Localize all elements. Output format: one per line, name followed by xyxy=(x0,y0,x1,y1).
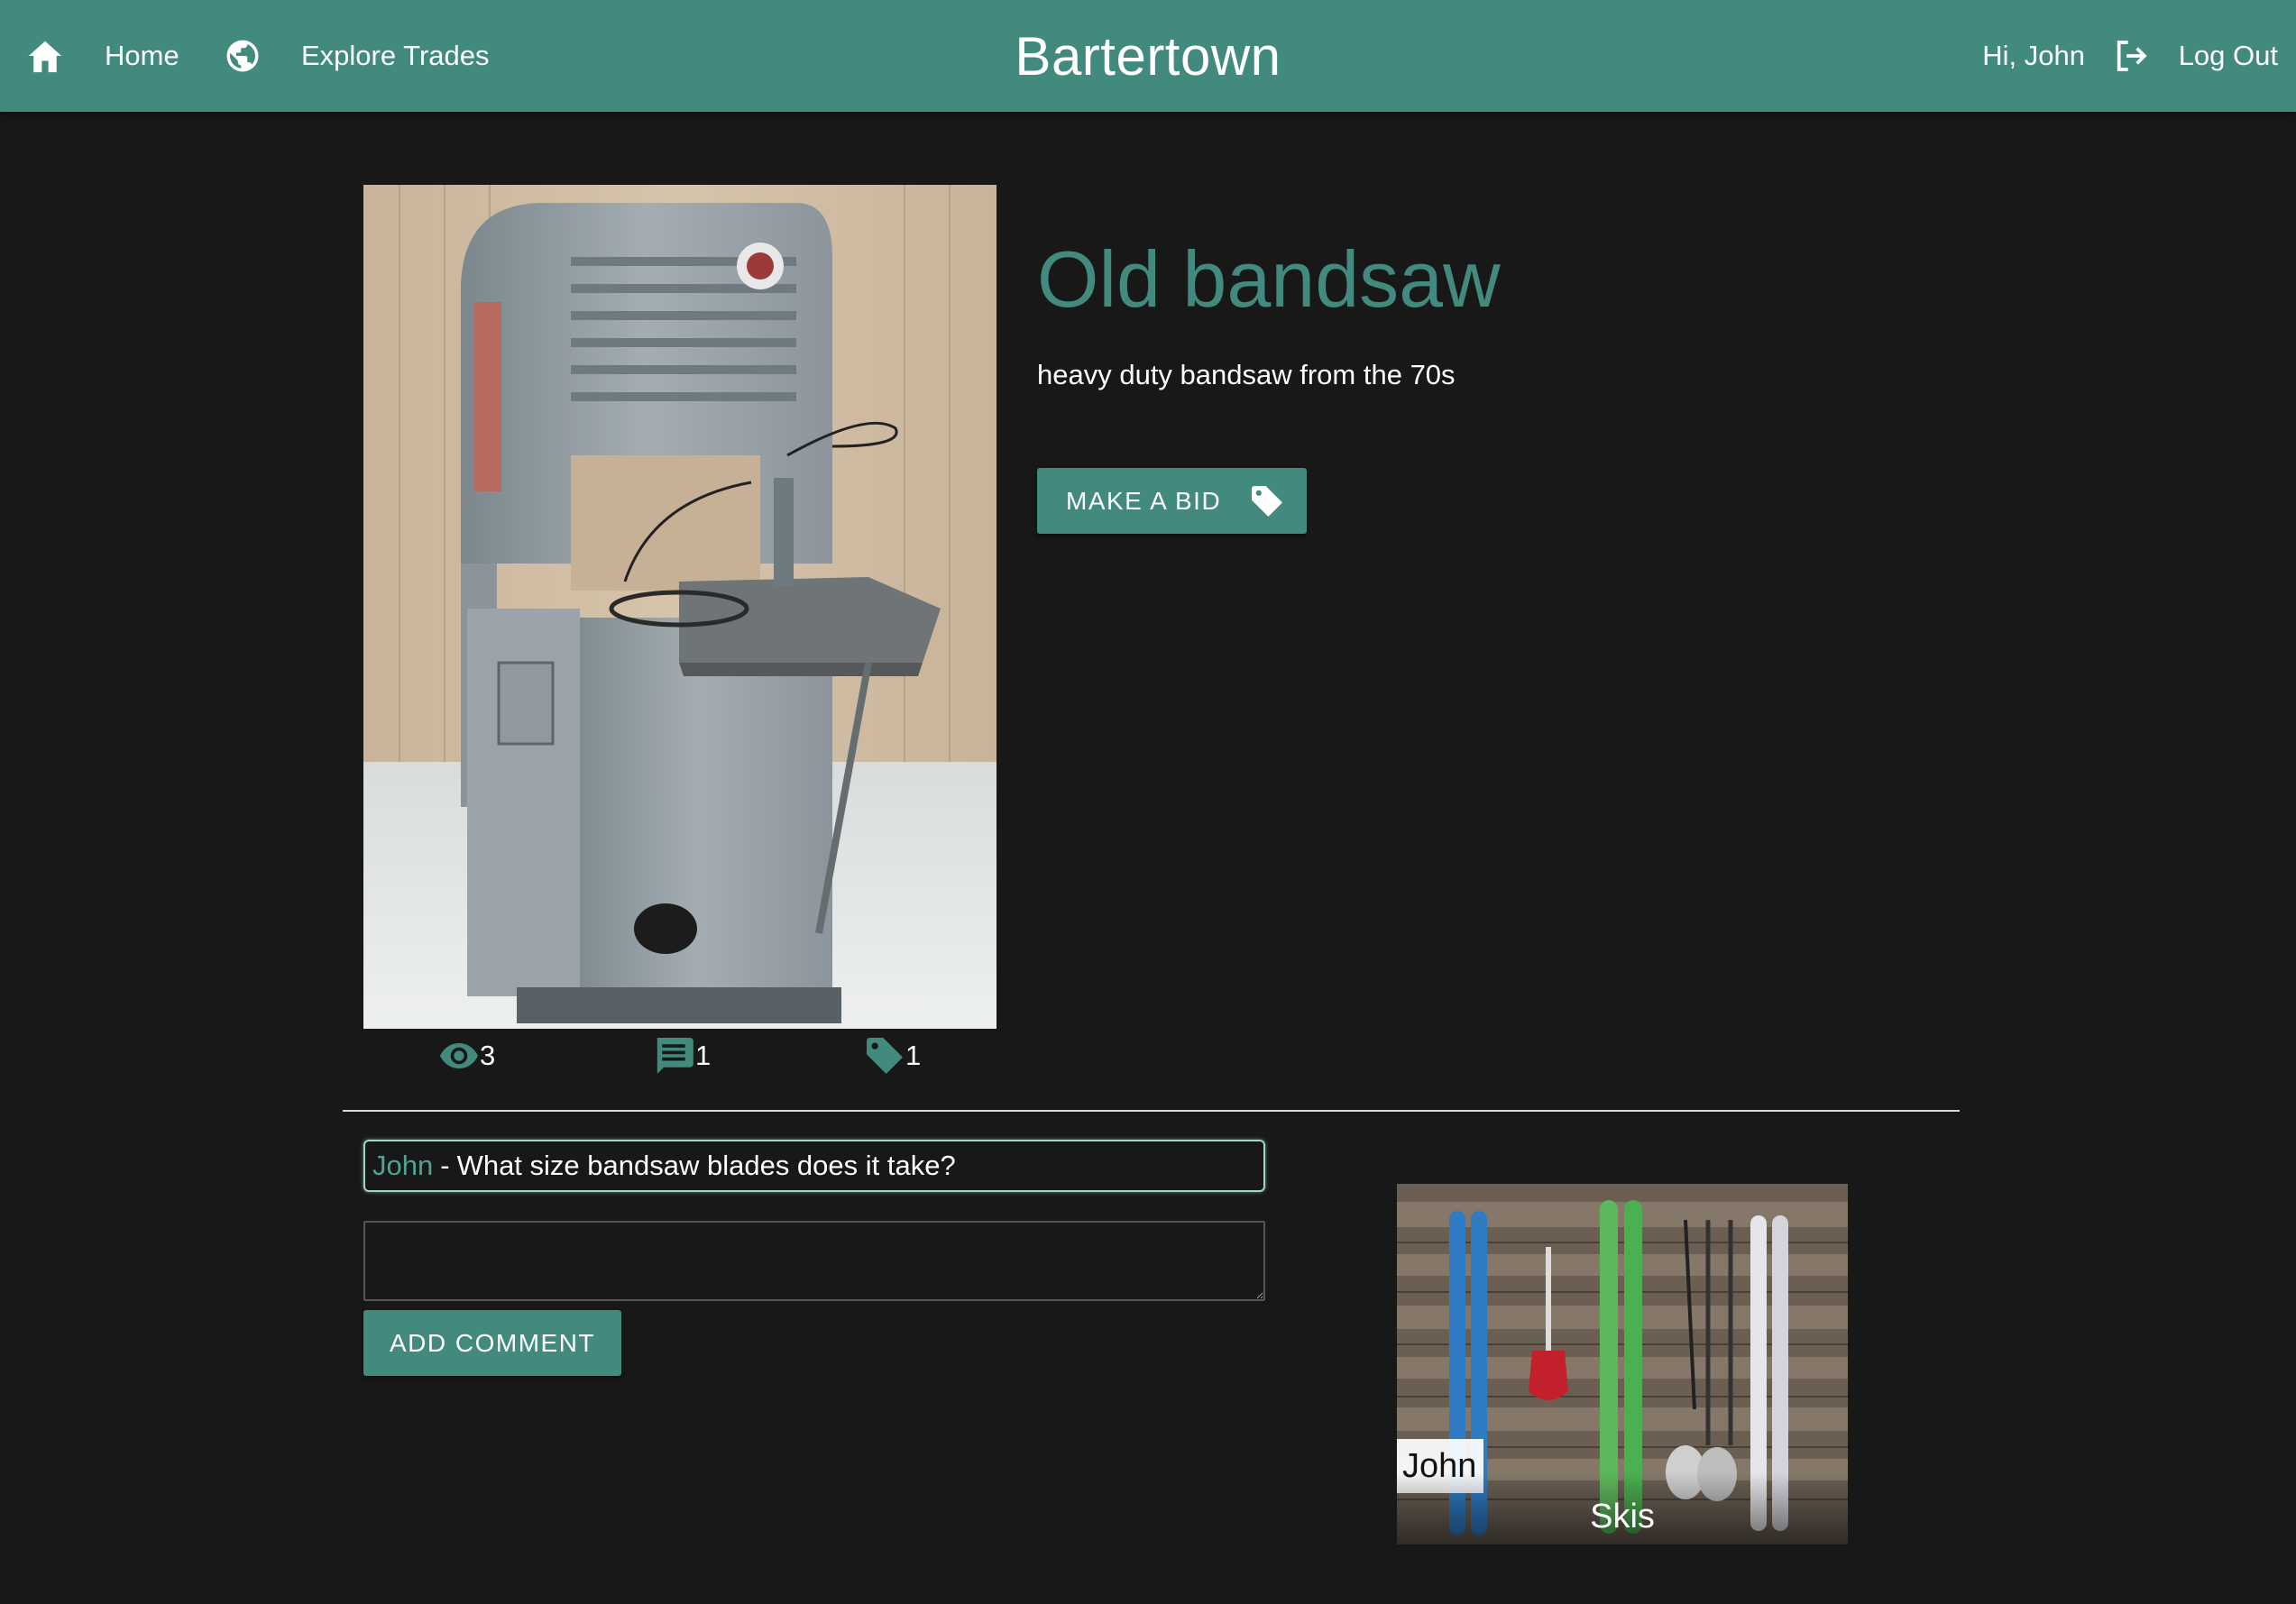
comments-count: 1 xyxy=(695,1040,712,1071)
top-navbar: Home Explore Trades Bartertown Hi, John … xyxy=(0,0,2296,112)
item-photo xyxy=(363,185,996,1029)
make-bid-label: MAKE A BID xyxy=(1066,486,1222,515)
nav-logout-link[interactable]: Log Out xyxy=(2112,0,2278,112)
bids-stat: 1 xyxy=(866,1033,921,1078)
comment-separator: - xyxy=(440,1150,450,1181)
item-title: Old bandsaw xyxy=(1037,234,1501,324)
comment-text: What size bandsaw blades does it take? xyxy=(456,1150,956,1181)
make-bid-button[interactable]: MAKE A BID xyxy=(1037,468,1307,534)
nav-home-label: Home xyxy=(105,40,179,71)
comments-stat: 1 xyxy=(654,1033,711,1078)
nav-explore-label: Explore Trades xyxy=(301,40,490,71)
comment-item: John - What size bandsaw blades does it … xyxy=(363,1140,1265,1192)
add-comment-button[interactable]: ADD COMMENT xyxy=(363,1310,621,1376)
eye-icon xyxy=(440,1042,480,1069)
user-greeting: Hi, John xyxy=(1982,40,2085,71)
related-trade-title: Skis xyxy=(1397,1472,1848,1544)
views-count: 3 xyxy=(480,1040,496,1071)
nav-home-link[interactable]: Home xyxy=(25,0,179,112)
item-description: heavy duty bandsaw from the 70s xyxy=(1037,359,1456,390)
comment-author[interactable]: John xyxy=(372,1150,433,1182)
nav-logout-label: Log Out xyxy=(2178,40,2278,71)
chat-icon xyxy=(654,1038,695,1074)
tag-icon xyxy=(1221,485,1283,517)
section-divider xyxy=(343,1110,1960,1112)
views-stat: 3 xyxy=(440,1033,495,1078)
comment-input[interactable] xyxy=(363,1221,1265,1301)
tag-icon xyxy=(866,1038,905,1074)
related-trade-card[interactable]: John Skis xyxy=(1397,1184,1848,1544)
globe-icon xyxy=(224,37,262,75)
logout-icon xyxy=(2112,38,2150,74)
nav-explore-link[interactable]: Explore Trades xyxy=(224,0,490,112)
bids-count: 1 xyxy=(905,1040,922,1071)
home-icon xyxy=(25,38,65,74)
